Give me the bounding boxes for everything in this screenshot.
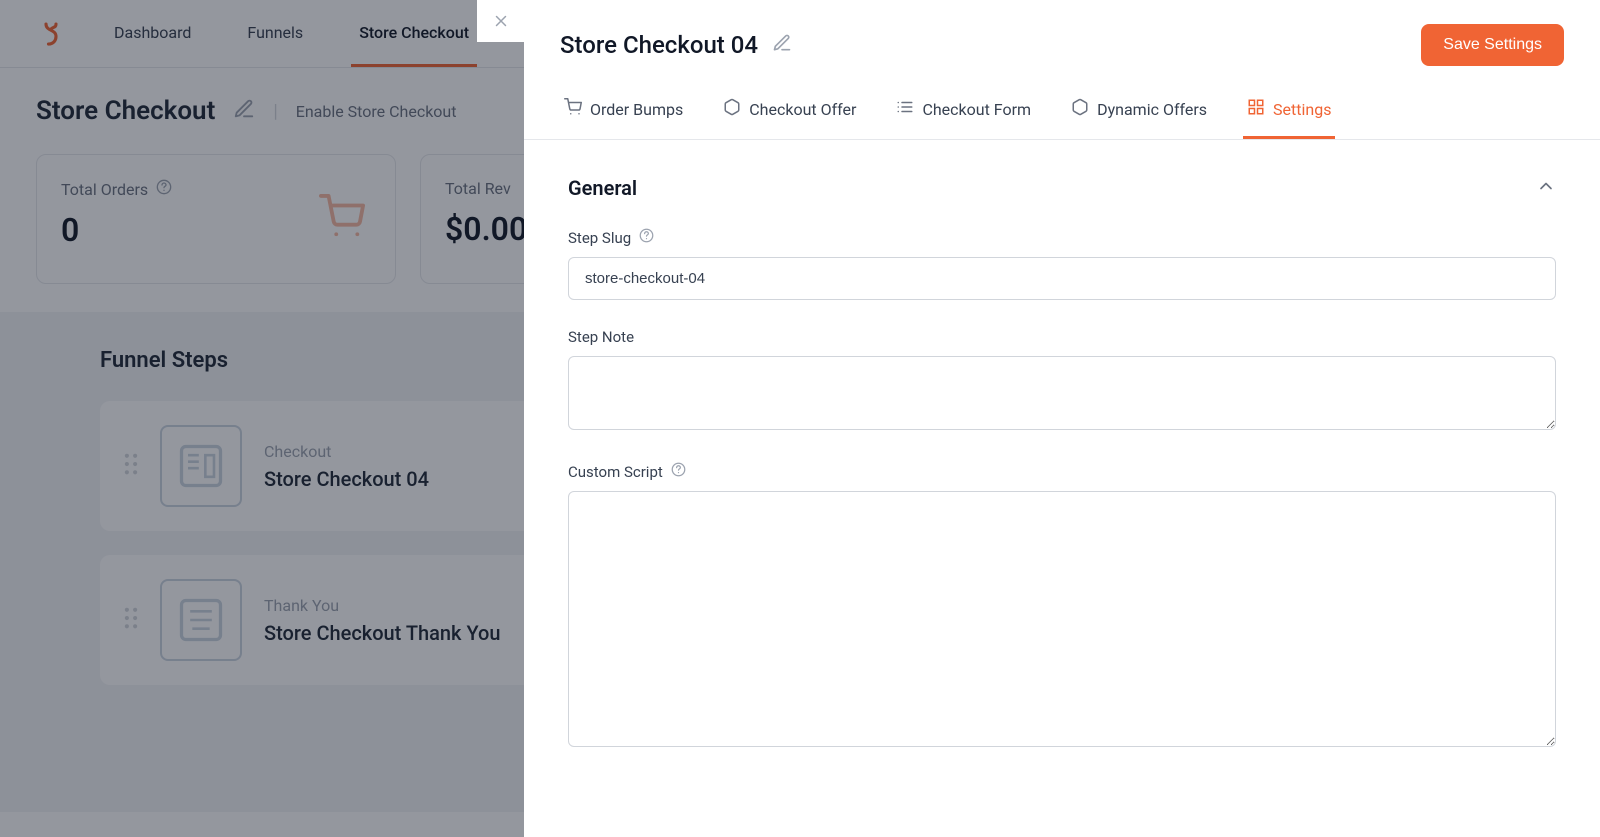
settings-panel: Store Checkout 04 Save Settings Order Bu… (524, 0, 1600, 837)
step-note-textarea[interactable] (568, 356, 1556, 430)
general-section-title: General (568, 176, 637, 200)
step-slug-input[interactable] (568, 257, 1556, 300)
custom-script-label: Custom Script (568, 463, 663, 481)
tab-order-bumps[interactable]: Order Bumps (560, 82, 687, 139)
tab-dynamic-offers[interactable]: Dynamic Offers (1067, 82, 1211, 139)
close-panel-button[interactable] (477, 0, 524, 42)
step-slug-label: Step Slug (568, 229, 631, 247)
panel-title: Store Checkout 04 (560, 31, 758, 59)
save-settings-button[interactable]: Save Settings (1421, 24, 1564, 66)
help-icon[interactable] (639, 228, 654, 247)
step-note-label: Step Note (568, 328, 634, 346)
tab-checkout-offer[interactable]: Checkout Offer (719, 82, 860, 139)
tab-checkout-form[interactable]: Checkout Form (892, 82, 1035, 139)
box-icon (723, 98, 741, 120)
help-icon[interactable] (671, 462, 686, 481)
custom-script-textarea[interactable] (568, 491, 1556, 747)
box-icon (1071, 98, 1089, 120)
cart-icon (564, 98, 582, 120)
chevron-up-icon[interactable] (1536, 176, 1556, 200)
edit-panel-title-icon[interactable] (772, 33, 792, 57)
settings-icon (1247, 98, 1265, 120)
tab-settings[interactable]: Settings (1243, 82, 1335, 139)
list-icon (896, 98, 914, 120)
